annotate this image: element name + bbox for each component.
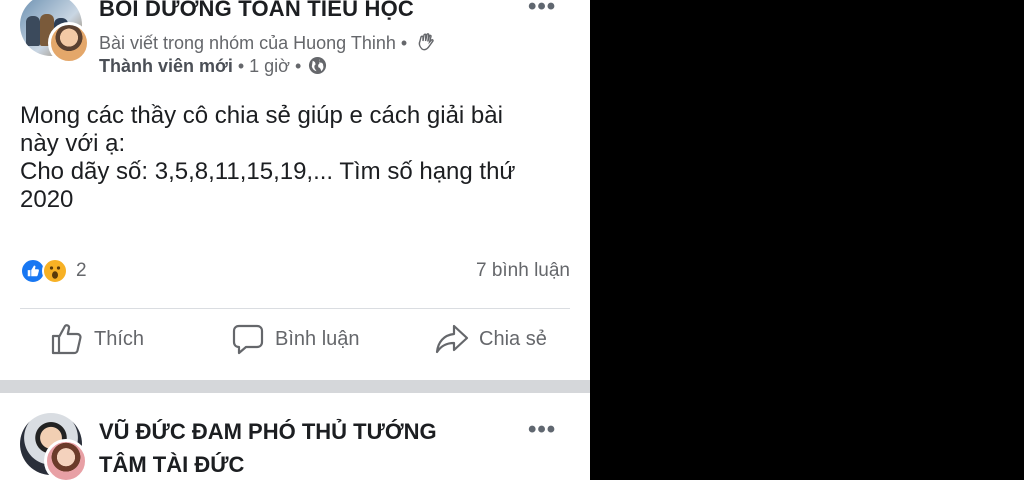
- post-card: VŨ ĐỨC ĐAM PHÓ THỦ TƯỚNG TÂM TÀI ĐỨC •••: [0, 393, 590, 480]
- more-icon[interactable]: •••: [528, 418, 556, 442]
- reactions-summary[interactable]: 2: [20, 258, 87, 284]
- comment-label: Bình luận: [275, 327, 360, 350]
- post-actions: Thích Bình luận Chia sẻ: [0, 322, 590, 368]
- thumbs-up-icon: [50, 322, 84, 356]
- reaction-count[interactable]: 2: [76, 260, 87, 282]
- divider: [20, 308, 570, 309]
- wave-icon[interactable]: [416, 32, 436, 57]
- post-body: Mong các thầy cô chia sẻ giúp e cách giả…: [20, 102, 580, 214]
- post-separator: [0, 380, 590, 393]
- post-author-line: TÂM TÀI ĐỨC: [99, 452, 245, 477]
- group-name[interactable]: BỒI DƯỠNG TOÁN TIỂU HỌC: [99, 0, 414, 22]
- like-button[interactable]: Thích: [50, 322, 144, 356]
- author-avatar[interactable]: [48, 22, 90, 64]
- comment-icon: [231, 322, 265, 356]
- share-label: Chia sẻ: [479, 327, 547, 350]
- post-time[interactable]: • 1 giờ •: [233, 56, 301, 76]
- post-body-line: này với ạ:: [20, 130, 126, 157]
- post-subtitle: Bài viết trong nhóm của Huong Thinh •: [99, 32, 436, 57]
- member-badge: Thành viên mới: [99, 56, 233, 76]
- post-body-line: 2020: [20, 186, 74, 213]
- post-meta: Thành viên mới • 1 giờ •: [99, 56, 327, 80]
- post-body-line: Cho dãy số: 3,5,8,11,15,19,... Tìm số hạ…: [20, 158, 516, 185]
- post-author-title[interactable]: VŨ ĐỨC ĐAM PHÓ THỦ TƯỚNG TÂM TÀI ĐỨC: [99, 415, 437, 480]
- globe-icon: [308, 56, 327, 80]
- wow-reaction-icon: [42, 258, 68, 284]
- comment-count[interactable]: 7 bình luận: [476, 260, 570, 282]
- share-button[interactable]: Chia sẻ: [435, 322, 547, 356]
- post-author-line: VŨ ĐỨC ĐAM PHÓ THỦ TƯỚNG: [99, 419, 437, 444]
- post-card: BỒI DƯỠNG TOÁN TIỂU HỌC ••• Bài viết tro…: [0, 0, 590, 380]
- post-body-line: Mong các thầy cô chia sẻ giúp e cách giả…: [20, 102, 503, 129]
- news-feed: BỒI DƯỠNG TOÁN TIỂU HỌC ••• Bài viết tro…: [0, 0, 590, 480]
- like-label: Thích: [94, 327, 145, 350]
- secondary-avatar[interactable]: [44, 439, 88, 480]
- more-icon[interactable]: •••: [528, 0, 556, 19]
- share-icon: [435, 322, 469, 356]
- comment-button[interactable]: Bình luận: [231, 322, 360, 356]
- group-author-text[interactable]: Bài viết trong nhóm của Huong Thinh •: [99, 33, 407, 53]
